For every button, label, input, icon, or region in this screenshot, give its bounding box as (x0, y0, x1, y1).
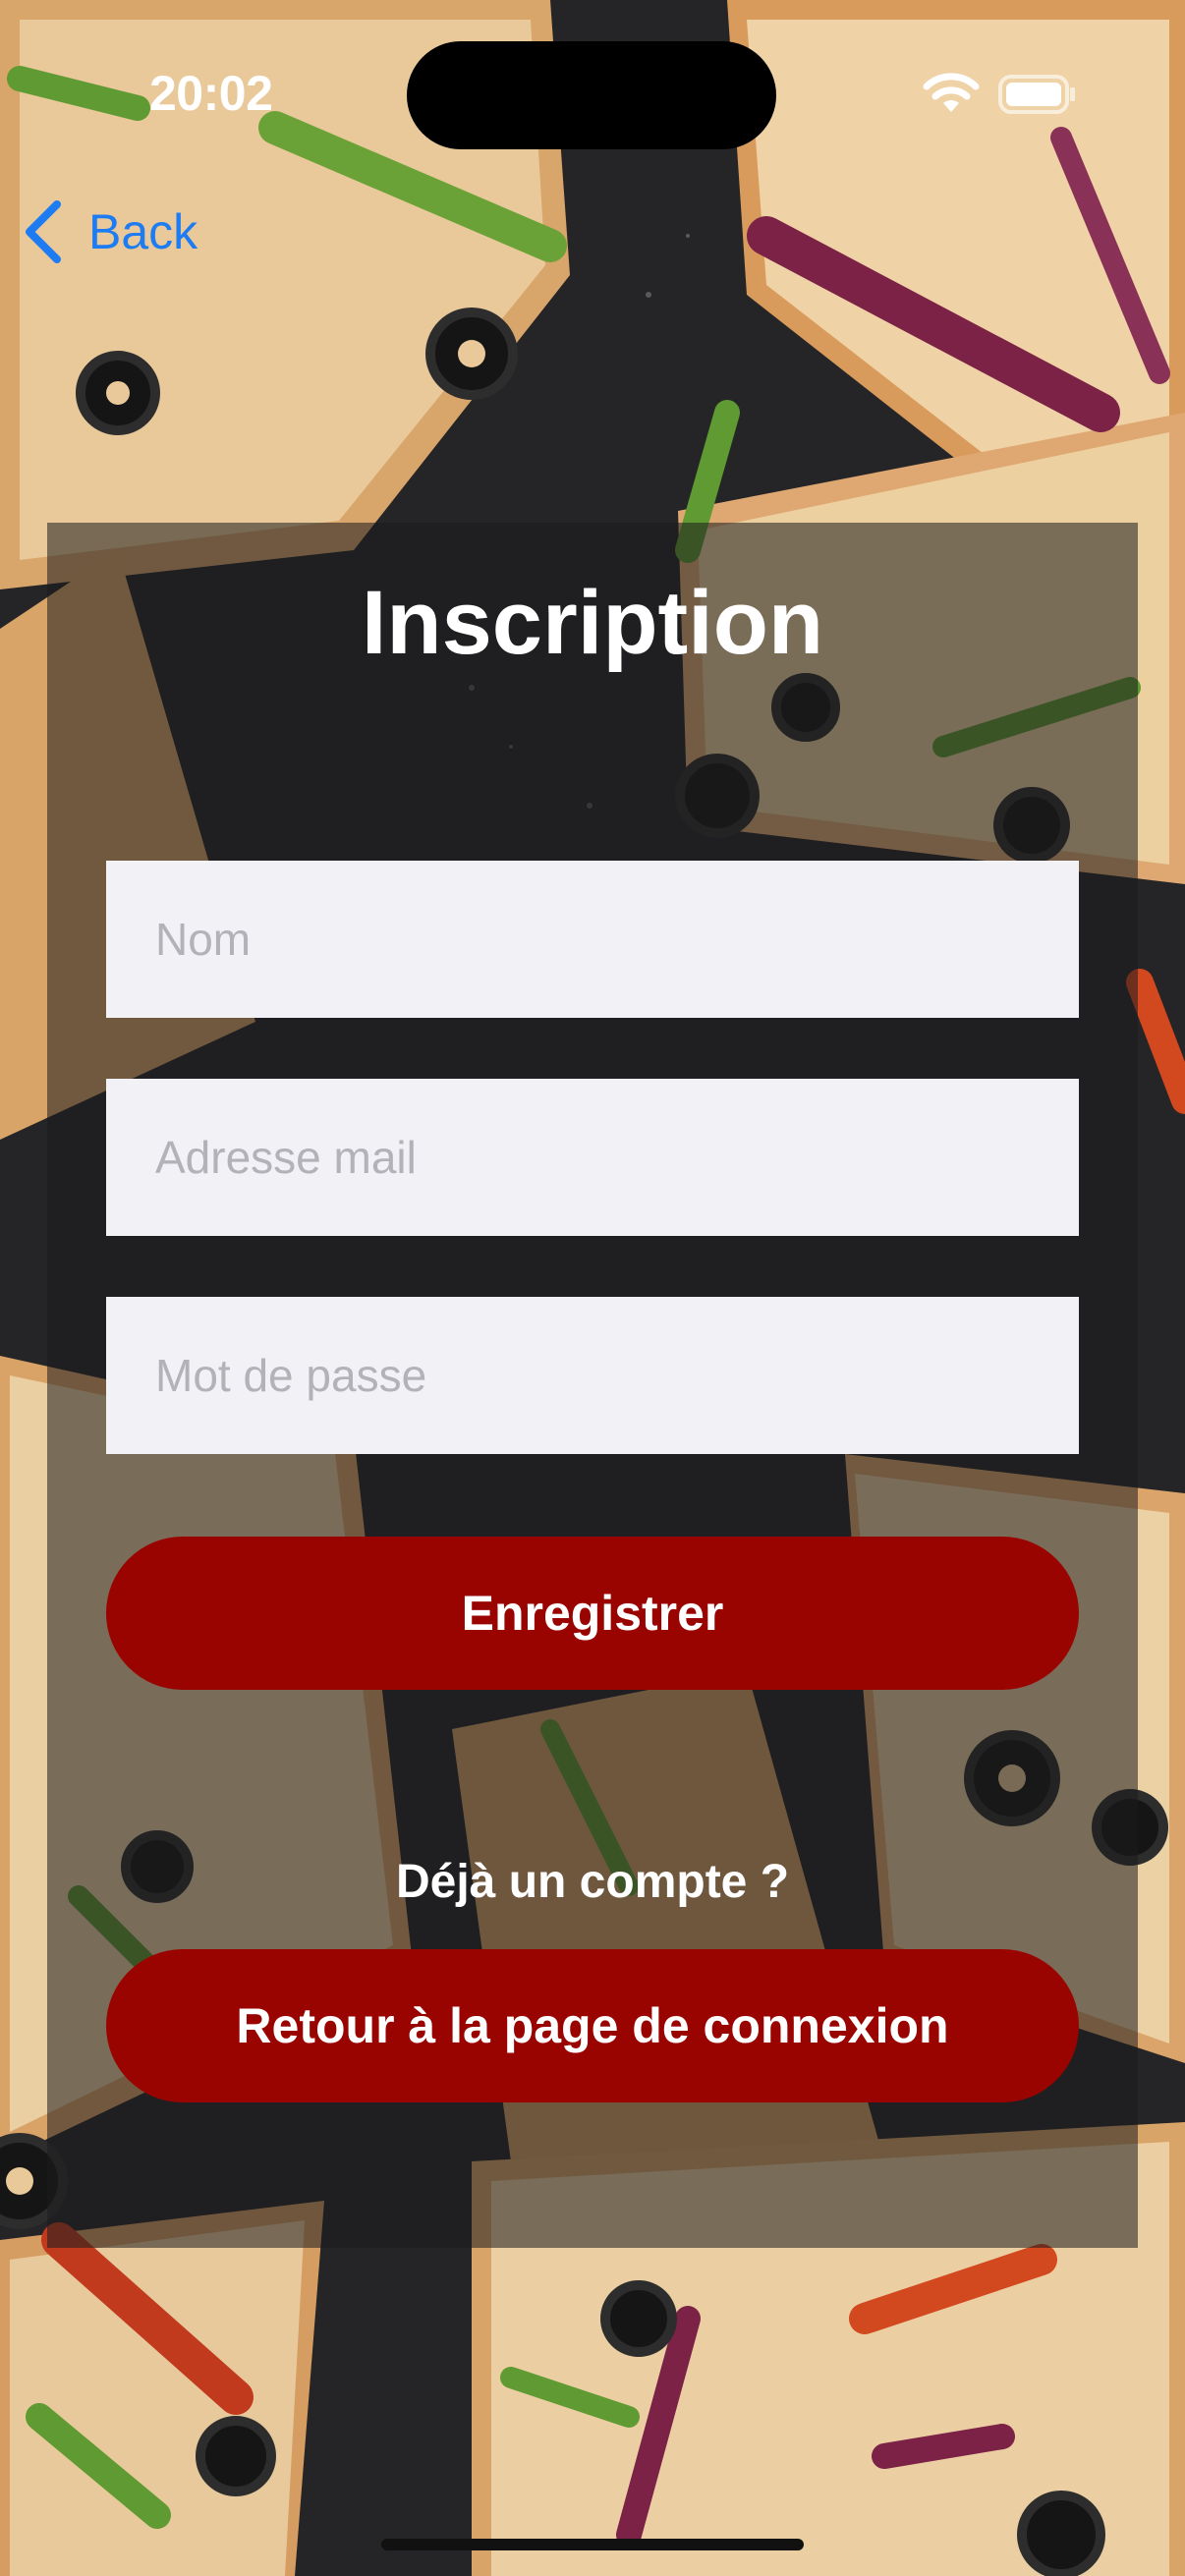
wifi-icon (923, 73, 980, 112)
name-input[interactable] (106, 861, 1079, 1018)
status-time: 20:02 (149, 66, 273, 121)
password-input[interactable] (106, 1297, 1079, 1454)
back-to-login-button[interactable]: Retour à la page de connexion (106, 1949, 1079, 2102)
page-title: Inscription (361, 573, 824, 673)
register-button[interactable]: Enregistrer (106, 1537, 1079, 1690)
home-indicator (381, 2539, 804, 2550)
already-account-text: Déjà un compte ? (395, 1856, 790, 1908)
dynamic-island (407, 41, 776, 149)
battery-icon (998, 75, 1075, 114)
back-button[interactable]: Back (22, 196, 198, 267)
chevron-left-icon (26, 200, 61, 263)
back-label: Back (88, 204, 198, 259)
email-input[interactable] (106, 1079, 1079, 1236)
